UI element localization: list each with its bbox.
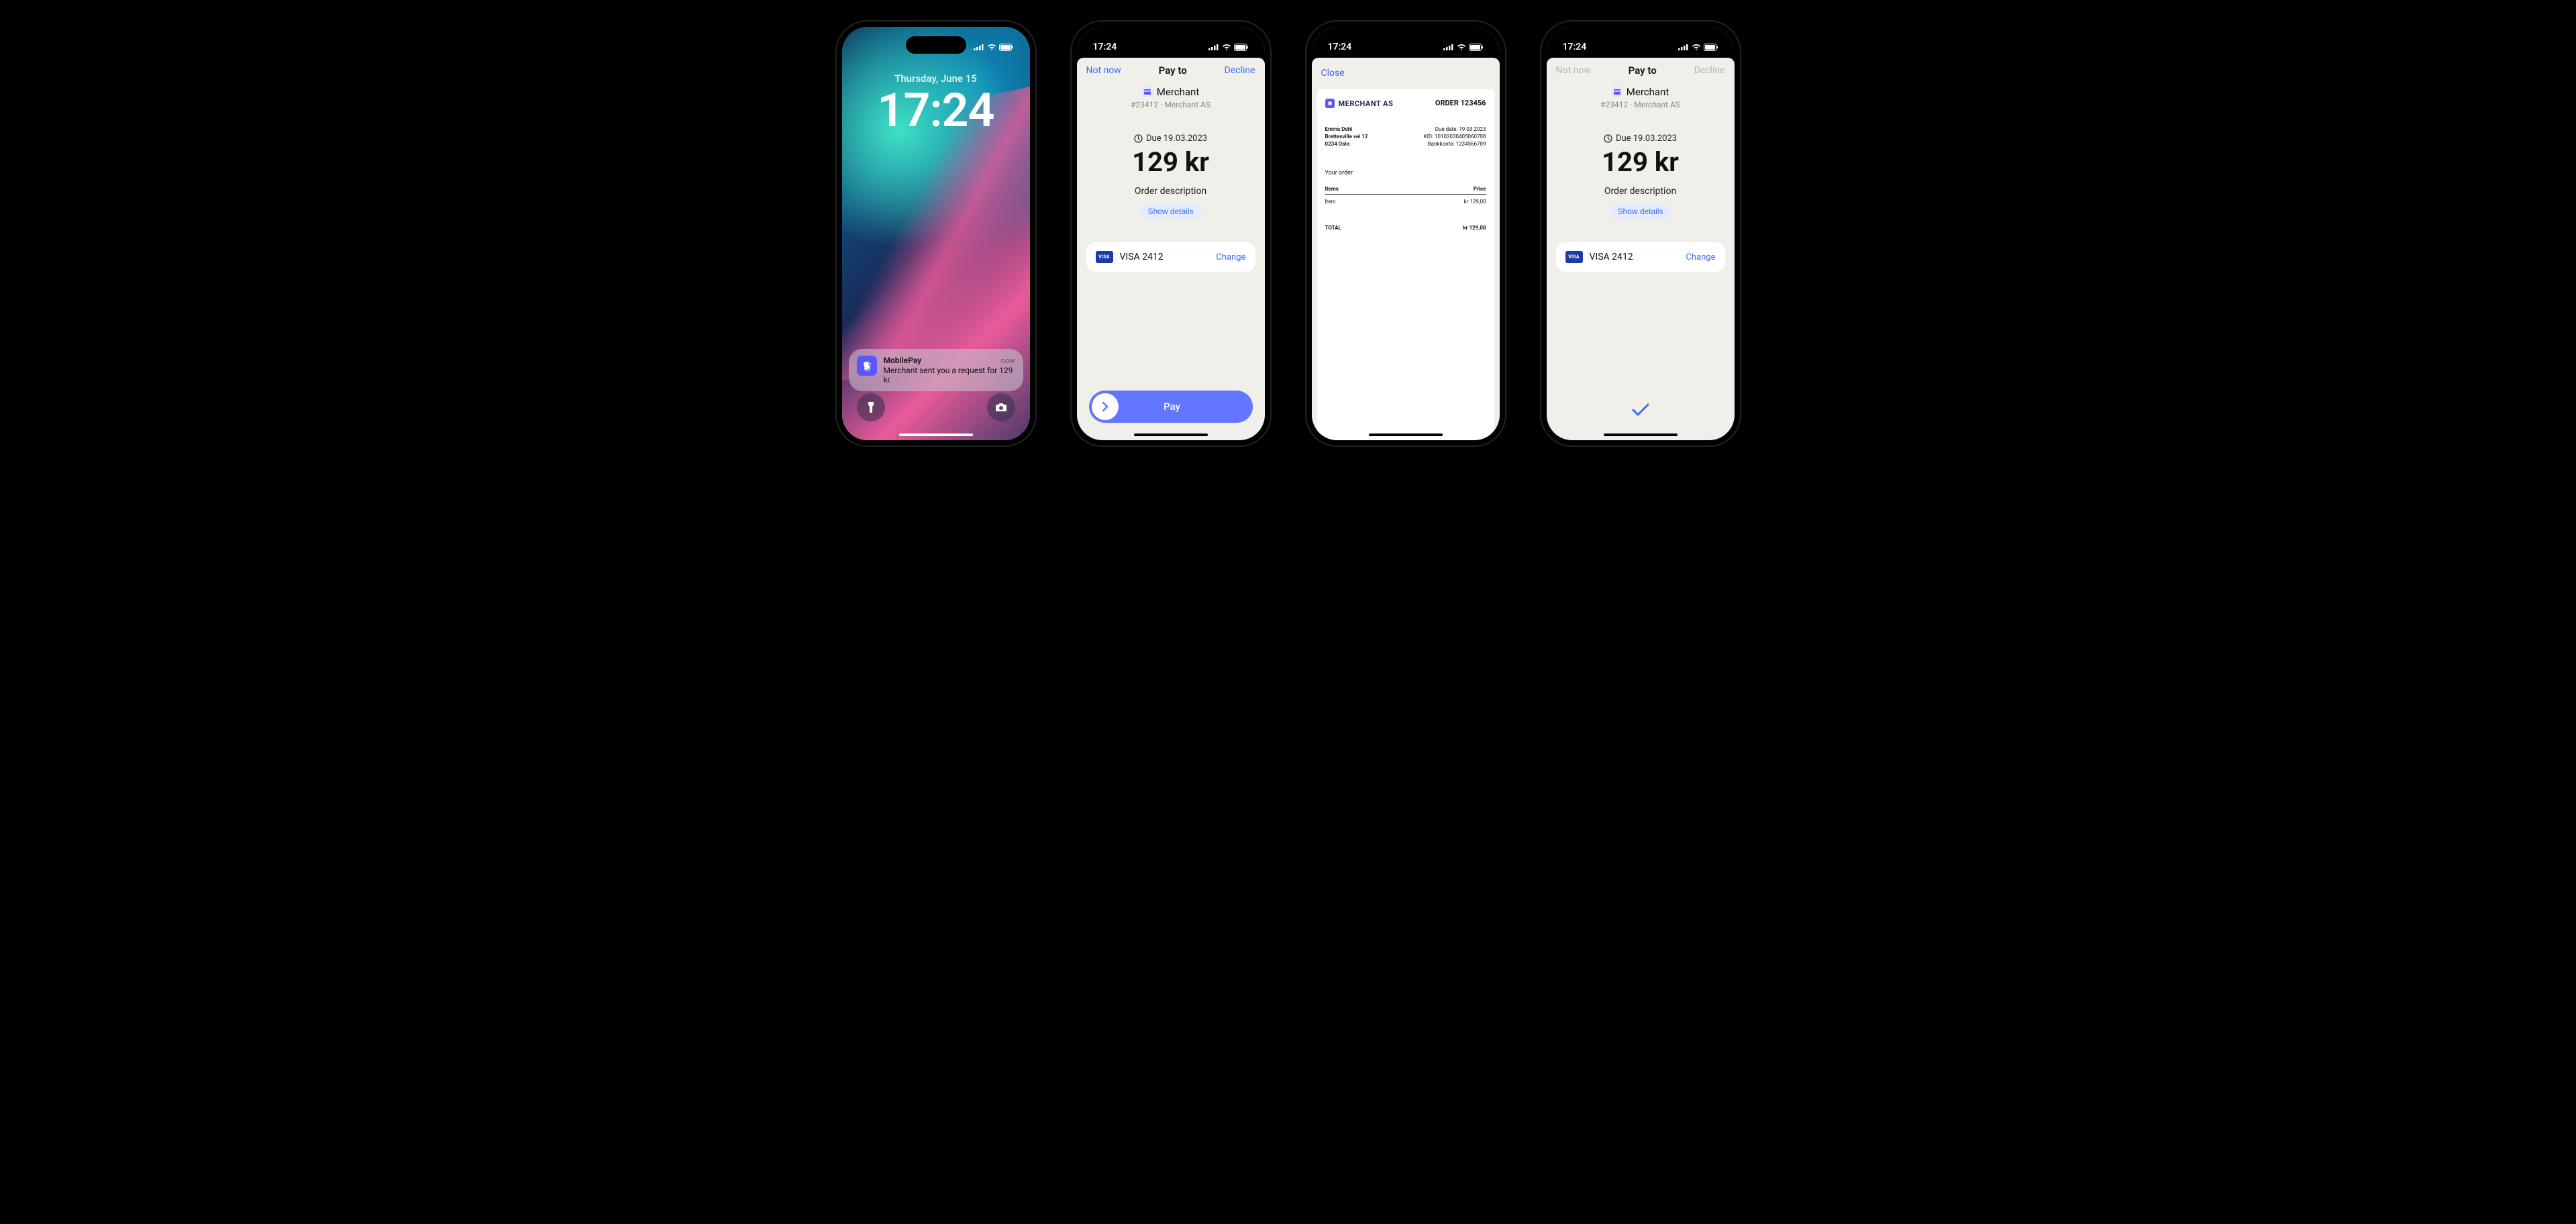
visa-icon: VISA [1565, 251, 1583, 263]
decline-button-disabled: Decline [1694, 65, 1725, 76]
phone-invoice-detail: 17:24 Close M [1305, 20, 1506, 447]
notification-app-name: MobilePay [884, 356, 922, 365]
dynamic-island [1141, 36, 1201, 54]
not-now-button[interactable]: Not now [1086, 65, 1121, 76]
invoice-table-header: Items Price [1325, 186, 1486, 195]
dynamic-island [1376, 36, 1436, 54]
show-details-button[interactable]: Show details [1139, 203, 1201, 219]
invoice-order-number: ORDER 123456 [1435, 99, 1486, 107]
mobilepay-icon [862, 360, 872, 371]
invoice-meta: Due date: 19.03.2023 KID: 10102030405060… [1424, 125, 1486, 148]
close-button[interactable]: Close [1321, 68, 1345, 79]
visa-icon: VISA [1096, 251, 1113, 263]
camera-button[interactable] [987, 393, 1015, 421]
notification-time: now [1001, 356, 1015, 365]
show-details-button[interactable]: Show details [1609, 203, 1671, 219]
swipe-label: Pay [1119, 401, 1253, 413]
phone-pay-sheet: 17:24 Not now Pay to Decline [1070, 20, 1272, 447]
due-date: Due 19.03.2023 [1146, 134, 1207, 144]
signal-icon [1678, 44, 1689, 50]
flashlight-icon [866, 401, 876, 414]
success-check-icon [1631, 403, 1650, 420]
status-time: 17:24 [1328, 42, 1352, 52]
invoice-customer-address: Emma Dahl Brettesville vei 12 0234 Oslo [1325, 125, 1368, 148]
dynamic-island [906, 36, 966, 54]
notification-message: Merchant sent you a request for 129 kr. [884, 366, 1015, 385]
change-card-button[interactable]: Change [1216, 252, 1245, 262]
flashlight-button[interactable] [857, 393, 885, 421]
merchant-sub: #23412 · Merchant AS [1547, 100, 1735, 109]
home-indicator[interactable] [899, 434, 973, 436]
home-indicator[interactable] [1134, 434, 1208, 436]
decline-button[interactable]: Decline [1225, 65, 1255, 76]
card-label: VISA 2412 [1590, 252, 1680, 262]
chevron-right-icon [1099, 401, 1111, 413]
status-time: 17:24 [1093, 42, 1117, 52]
signal-icon [974, 44, 984, 50]
home-indicator[interactable] [1604, 434, 1678, 436]
payment-card-row[interactable]: VISA VISA 2412 Change [1086, 242, 1255, 272]
card-label: VISA 2412 [1120, 252, 1210, 262]
clock-icon [1604, 134, 1612, 143]
notification-card[interactable]: MobilePay now Merchant sent you a reques… [849, 349, 1023, 391]
payment-amount: 129 kr [1547, 146, 1735, 178]
merchant-icon [1612, 87, 1622, 97]
payment-amount: 129 kr [1077, 146, 1265, 178]
sheet-title: Pay to [1629, 64, 1657, 76]
battery-icon [1469, 44, 1484, 51]
phone-lockscreen: Thursday, June 15 17:24 MobilePay now Me… [835, 20, 1037, 447]
signal-icon [1443, 44, 1454, 50]
notification-app-icon [857, 356, 877, 376]
invoice-document[interactable]: MERCHANT AS ORDER 123456 Emma Dahl Brett… [1317, 89, 1494, 440]
battery-icon [999, 44, 1014, 51]
invoice-total: TOTAL kr 129,00 [1325, 225, 1486, 231]
order-description: Order description [1547, 186, 1735, 197]
invoice-merchant-name: MERCHANT AS [1339, 99, 1394, 108]
lock-time: 17:24 [842, 83, 1030, 138]
order-description: Order description [1077, 186, 1265, 197]
status-indicators [1678, 44, 1718, 51]
wifi-icon [1457, 44, 1466, 50]
swipe-to-pay[interactable]: Pay [1089, 391, 1253, 423]
invoice-merchant-icon [1325, 99, 1335, 108]
camera-icon [994, 402, 1008, 413]
battery-icon [1234, 44, 1249, 51]
merchant-sub: #23412 · Merchant AS [1077, 100, 1265, 109]
swipe-handle[interactable] [1092, 393, 1119, 420]
payment-card-row[interactable]: VISA VISA 2412 Change [1556, 242, 1725, 272]
merchant-name: Merchant [1627, 86, 1669, 98]
invoice-line-item: Item kr 129,00 [1325, 199, 1486, 205]
not-now-button-disabled: Not now [1556, 65, 1591, 76]
clock-icon [1134, 134, 1143, 143]
lockscreen-wallpaper: Thursday, June 15 17:24 MobilePay now Me… [842, 27, 1030, 440]
wifi-icon [987, 44, 996, 50]
merchant-name: Merchant [1157, 86, 1199, 98]
signal-icon [1208, 44, 1219, 50]
sheet-title: Pay to [1159, 64, 1187, 76]
change-card-button[interactable]: Change [1686, 252, 1715, 262]
phone-pay-success: 17:24 Not now Pay to Decline [1540, 20, 1741, 447]
invoice-section-title: Your order [1325, 170, 1486, 176]
merchant-icon [1142, 87, 1153, 97]
home-indicator[interactable] [1369, 434, 1443, 436]
status-indicators [974, 44, 1014, 51]
status-indicators [1443, 44, 1484, 51]
wifi-icon [1692, 44, 1701, 50]
battery-icon [1704, 44, 1718, 51]
status-time: 17:24 [1563, 42, 1587, 52]
dynamic-island [1610, 36, 1671, 54]
due-date: Due 19.03.2023 [1616, 134, 1677, 144]
wifi-icon [1222, 44, 1231, 50]
status-indicators [1208, 44, 1249, 51]
